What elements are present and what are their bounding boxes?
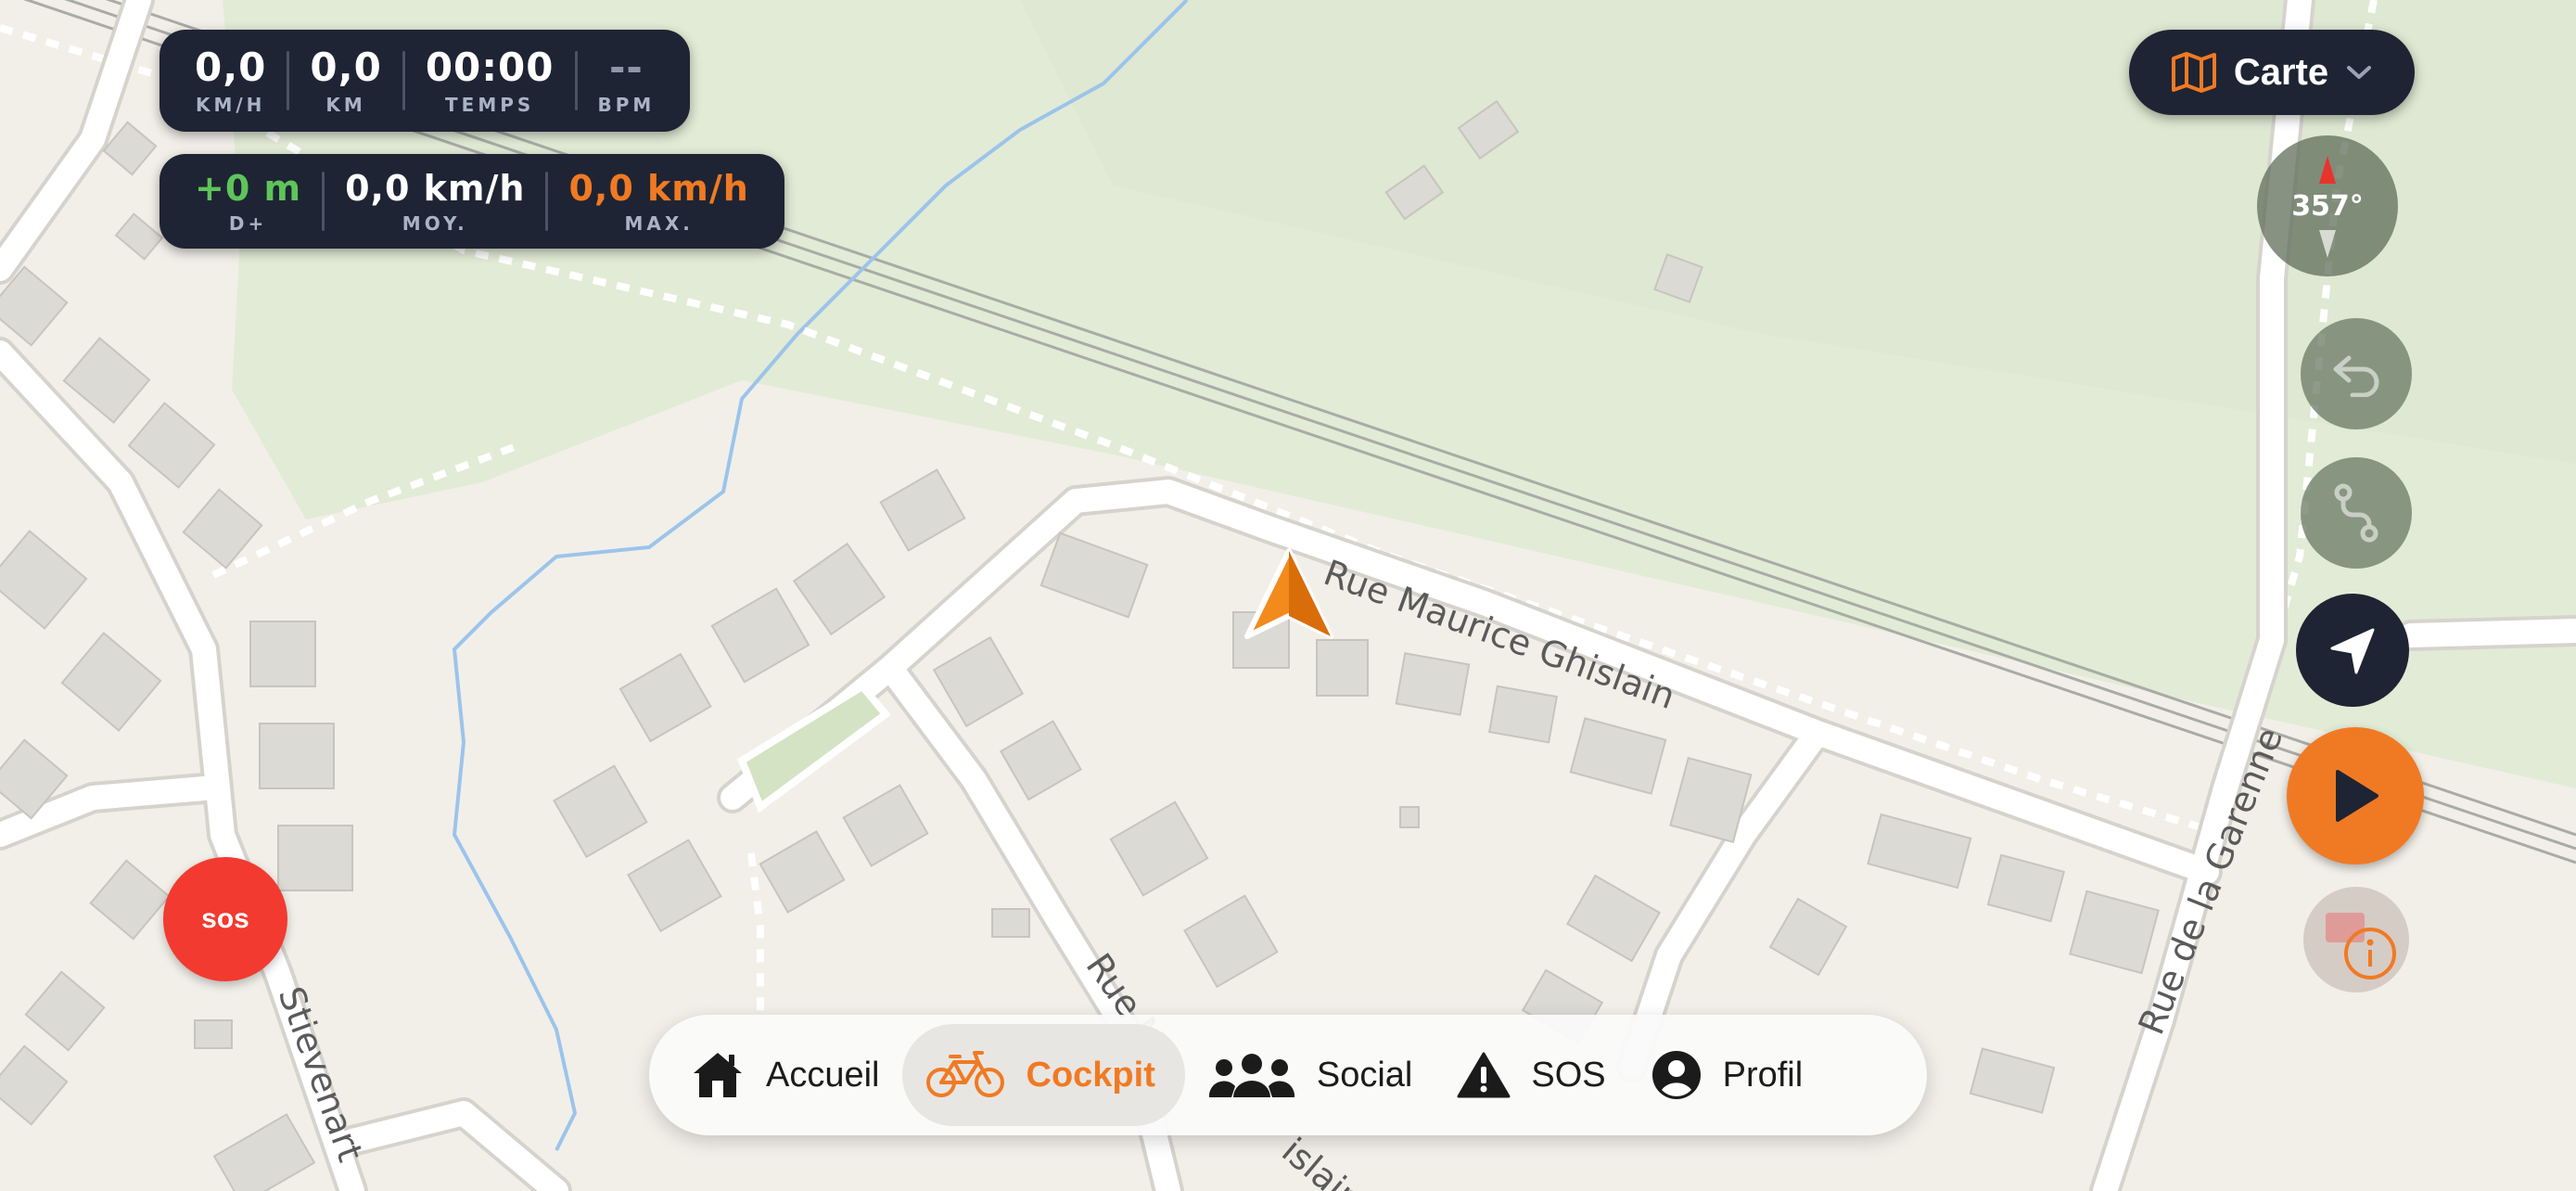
nav-label-profil: Profil: [1722, 1055, 1804, 1095]
info-icon: [2326, 913, 2396, 980]
warning-icon: [1457, 1052, 1511, 1098]
distance-value: 0,0: [310, 45, 382, 90]
compass-needle-south-icon: [2319, 230, 2336, 258]
route-button[interactable]: [2301, 457, 2412, 569]
nav-item-accueil[interactable]: Accueil: [668, 1024, 902, 1126]
home-icon: [694, 1053, 742, 1097]
stat-speed: 0,0 KM/H: [174, 45, 287, 117]
heart-rate-value: --: [608, 45, 644, 90]
compass-heading: 357°: [2291, 189, 2364, 223]
nav-label-accueil: Accueil: [766, 1055, 880, 1095]
bottom-navigation-bar: Accueil Cockpit Social SOS Profil: [649, 1015, 1927, 1135]
stat-heart-rate: -- BPM: [578, 45, 676, 117]
nav-item-social[interactable]: Social: [1185, 1024, 1435, 1126]
map-icon: [2171, 52, 2216, 93]
nav-label-cockpit: Cockpit: [1026, 1055, 1155, 1095]
chevron-down-icon: [2347, 66, 2372, 79]
max-speed-value: 0,0 km/h: [568, 168, 749, 209]
speed-value: 0,0: [195, 45, 267, 90]
average-speed-unit: MOY.: [402, 212, 468, 235]
group-icon: [1208, 1054, 1294, 1097]
nav-item-sos[interactable]: SOS: [1435, 1024, 1627, 1126]
bicycle-icon: [925, 1051, 1004, 1097]
recenter-location-button[interactable]: [2296, 594, 2409, 707]
nav-item-cockpit[interactable]: Cockpit: [901, 1024, 1185, 1126]
map-style-label: Carte: [2233, 51, 2329, 93]
stat-distance: 0,0 KM: [289, 45, 402, 117]
ride-stats-panel: 0,0 KM/H 0,0 KM 00:00 TEMPS -- BPM: [159, 30, 691, 132]
nav-label-social: Social: [1316, 1055, 1413, 1095]
compass-button[interactable]: 357°: [2257, 135, 2398, 276]
undo-button[interactable]: [2301, 318, 2412, 429]
stat-time: 00:00 TEMPS: [405, 45, 575, 117]
speed-unit: KM/H: [195, 94, 266, 116]
location-arrow-icon: [2330, 628, 2375, 674]
distance-unit: KM: [325, 94, 366, 116]
sos-floating-button[interactable]: sos: [163, 857, 287, 981]
elevation-gain-unit: D+: [228, 212, 268, 235]
stat-elevation-gain: +0 m D+: [174, 168, 322, 235]
time-unit: TEMPS: [445, 94, 535, 116]
nav-item-profil[interactable]: Profil: [1628, 1024, 1826, 1126]
sos-floating-label: sos: [201, 903, 249, 934]
route-icon: [2334, 483, 2378, 543]
play-icon: [2336, 770, 2378, 822]
profile-icon: [1651, 1051, 1701, 1099]
ride-secondary-stats-panel: +0 m D+ 0,0 km/h MOY. 0,0 km/h MAX.: [159, 154, 784, 249]
heart-rate-unit: BPM: [597, 94, 656, 116]
time-value: 00:00: [425, 45, 555, 90]
max-speed-unit: MAX.: [624, 212, 694, 235]
average-speed-value: 0,0 km/h: [345, 168, 526, 209]
start-ride-button[interactable]: [2287, 727, 2424, 864]
elevation-gain-value: +0 m: [195, 168, 302, 209]
stat-average-speed: 0,0 km/h MOY.: [325, 168, 545, 235]
undo-icon: [2333, 355, 2379, 397]
stat-max-speed: 0,0 km/h MAX.: [548, 168, 769, 235]
map-style-dropdown[interactable]: Carte: [2129, 30, 2415, 115]
nav-label-sos: SOS: [1531, 1055, 1606, 1095]
compass-needle-north-icon: [2319, 156, 2336, 184]
map-info-button[interactable]: [2303, 887, 2409, 992]
